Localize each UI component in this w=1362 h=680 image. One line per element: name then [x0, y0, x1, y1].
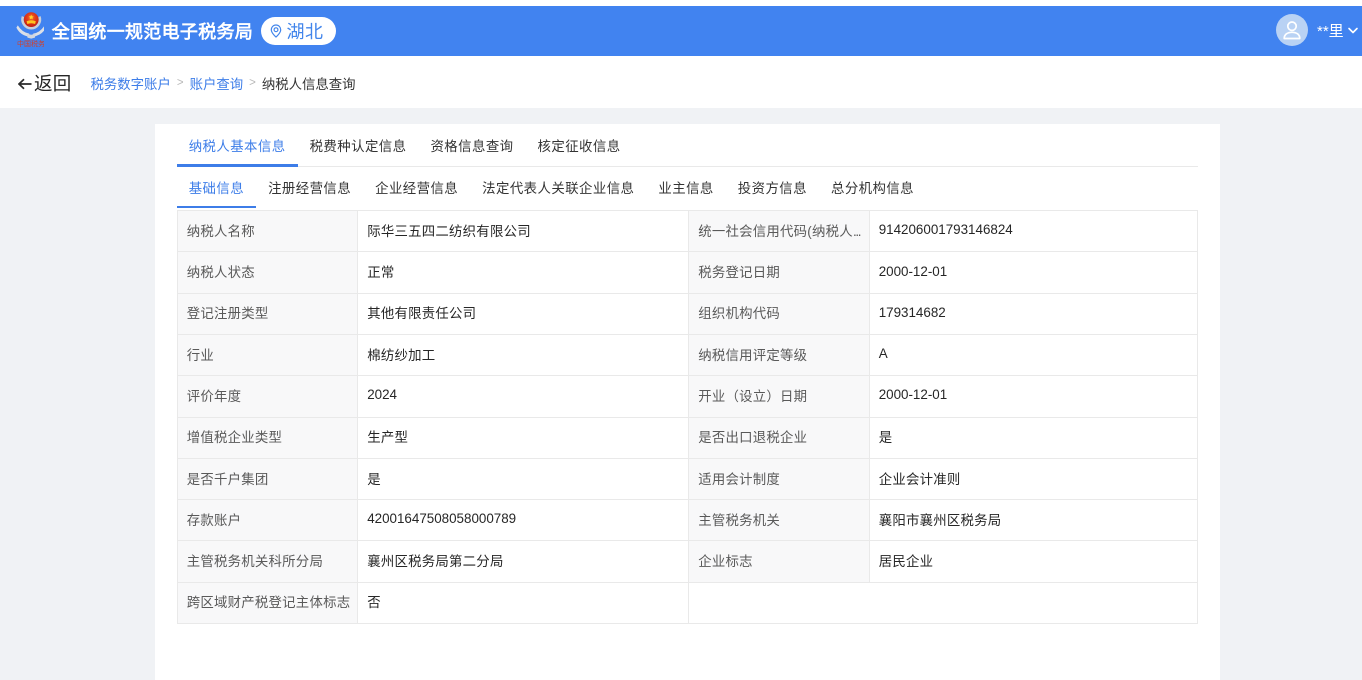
- svg-text:中国税务: 中国税务: [17, 39, 44, 47]
